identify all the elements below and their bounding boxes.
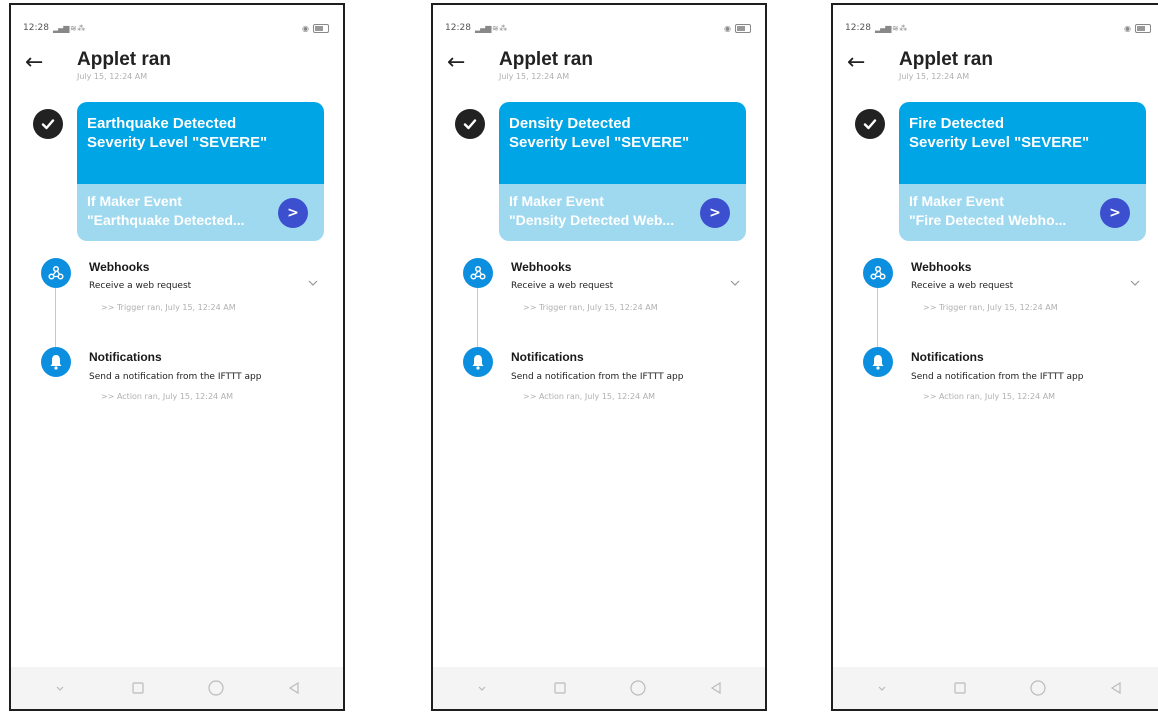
action-description: Send a notification from the IFTTT app (911, 372, 1084, 382)
nav-back-icon[interactable] (1101, 673, 1131, 703)
nav-recents-icon[interactable] (945, 673, 975, 703)
alarm-icon: ◉ (302, 23, 309, 33)
signal-icon: ▂▄▆ ≋ ⁂ (874, 23, 907, 33)
page-title: Applet ran (499, 49, 593, 70)
action-ran-text: >> Action ran, July 15, 12:24 AM (523, 392, 656, 401)
page-subtitle: July 15, 12:24 AM (899, 72, 970, 81)
system-nav-bar (433, 667, 765, 709)
nav-down-icon[interactable] (467, 673, 497, 703)
status-bar: 12:28 ▂▄▆ ≋ ⁂ ◉ (845, 21, 1151, 35)
page-subtitle: July 15, 12:24 AM (499, 72, 570, 81)
open-applet-button[interactable]: > (278, 198, 308, 228)
action-ran-text: >> Action ran, July 15, 12:24 AM (923, 392, 1056, 401)
back-arrow-icon[interactable]: ← (25, 52, 45, 74)
alert-severity: Severity Level "SEVERE" (509, 134, 690, 151)
trigger-ran-text: >> Trigger ran, July 15, 12:24 AM (523, 303, 658, 312)
applet-card[interactable]: Density Detected Severity Level "SEVERE"… (499, 102, 746, 241)
bell-icon (863, 347, 893, 377)
page-subtitle: July 15, 12:24 AM (77, 72, 148, 81)
action-title: Notifications (911, 350, 984, 364)
applet-card-header: Earthquake Detected Severity Level "SEVE… (77, 102, 324, 184)
open-applet-button[interactable]: > (700, 198, 730, 228)
back-arrow-icon[interactable]: ← (847, 52, 867, 74)
trigger-title: Webhooks (89, 260, 150, 274)
trigger-description: Receive a web request (911, 281, 1014, 291)
status-bar: 12:28 ▂▄▆ ≋ ⁂ ◉ (445, 21, 751, 35)
applet-card[interactable]: Earthquake Detected Severity Level "SEVE… (77, 102, 324, 241)
battery-icon (735, 23, 751, 33)
status-time: 12:28 (445, 23, 471, 33)
webhooks-icon (463, 258, 493, 288)
action-description: Send a notification from the IFTTT app (89, 372, 262, 382)
page-title: Applet ran (77, 49, 171, 70)
open-applet-button[interactable]: > (1100, 198, 1130, 228)
alert-severity: Severity Level "SEVERE" (87, 134, 268, 151)
alert-title: Fire Detected (909, 115, 1005, 132)
nav-home-icon[interactable] (201, 673, 231, 703)
phone-screen-1: 12:28 ▂▄▆ ≋ ⁂ ◉ ← Applet ran July 15, 12… (9, 3, 345, 711)
applet-card-event: If Maker Event "Fire Detected Webho... > (899, 184, 1146, 241)
action-ran-text: >> Action ran, July 15, 12:24 AM (101, 392, 234, 401)
battery-icon (1135, 23, 1151, 33)
action-title: Notifications (511, 350, 584, 364)
system-nav-bar (11, 667, 343, 709)
trigger-title: Webhooks (511, 260, 572, 274)
system-nav-bar (833, 667, 1158, 709)
action-description: Send a notification from the IFTTT app (511, 372, 684, 382)
alert-title: Earthquake Detected (87, 115, 237, 132)
webhooks-icon (863, 258, 893, 288)
chevron-down-icon[interactable] (307, 277, 319, 289)
status-time: 12:28 (23, 23, 49, 33)
phone-screen-3: 12:28 ▂▄▆ ≋ ⁂ ◉ ← Applet ran July 15, 12… (831, 3, 1158, 711)
check-circle-icon (855, 109, 885, 139)
trigger-title: Webhooks (911, 260, 972, 274)
signal-icon: ▂▄▆ ≋ ⁂ (52, 23, 85, 33)
back-arrow-icon[interactable]: ← (447, 52, 467, 74)
nav-recents-icon[interactable] (123, 673, 153, 703)
alert-severity: Severity Level "SEVERE" (909, 134, 1090, 151)
bell-icon (41, 347, 71, 377)
applet-card-header: Density Detected Severity Level "SEVERE" (499, 102, 746, 184)
phone-screen-2: 12:28 ▂▄▆ ≋ ⁂ ◉ ← Applet ran July 15, 12… (431, 3, 767, 711)
status-time: 12:28 (845, 23, 871, 33)
bell-icon (463, 347, 493, 377)
chevron-down-icon[interactable] (729, 277, 741, 289)
alarm-icon: ◉ (724, 23, 731, 33)
nav-down-icon[interactable] (867, 673, 897, 703)
trigger-description: Receive a web request (89, 281, 192, 291)
applet-card-event: If Maker Event "Density Detected Web... … (499, 184, 746, 241)
chevron-down-icon[interactable] (1129, 277, 1141, 289)
applet-card-header: Fire Detected Severity Level "SEVERE" (899, 102, 1146, 184)
check-circle-icon (33, 109, 63, 139)
nav-back-icon[interactable] (279, 673, 309, 703)
battery-icon (313, 23, 329, 33)
applet-card[interactable]: Fire Detected Severity Level "SEVERE" If… (899, 102, 1146, 241)
webhooks-icon (41, 258, 71, 288)
action-title: Notifications (89, 350, 162, 364)
signal-icon: ▂▄▆ ≋ ⁂ (474, 23, 507, 33)
nav-home-icon[interactable] (623, 673, 653, 703)
nav-recents-icon[interactable] (545, 673, 575, 703)
page-title: Applet ran (899, 49, 993, 70)
alarm-icon: ◉ (1124, 23, 1131, 33)
trigger-ran-text: >> Trigger ran, July 15, 12:24 AM (101, 303, 236, 312)
trigger-ran-text: >> Trigger ran, July 15, 12:24 AM (923, 303, 1058, 312)
nav-back-icon[interactable] (701, 673, 731, 703)
status-bar: 12:28 ▂▄▆ ≋ ⁂ ◉ (23, 21, 329, 35)
nav-home-icon[interactable] (1023, 673, 1053, 703)
trigger-description: Receive a web request (511, 281, 614, 291)
check-circle-icon (455, 109, 485, 139)
alert-title: Density Detected (509, 115, 631, 132)
nav-down-icon[interactable] (45, 673, 75, 703)
applet-card-event: If Maker Event "Earthquake Detected... > (77, 184, 324, 241)
